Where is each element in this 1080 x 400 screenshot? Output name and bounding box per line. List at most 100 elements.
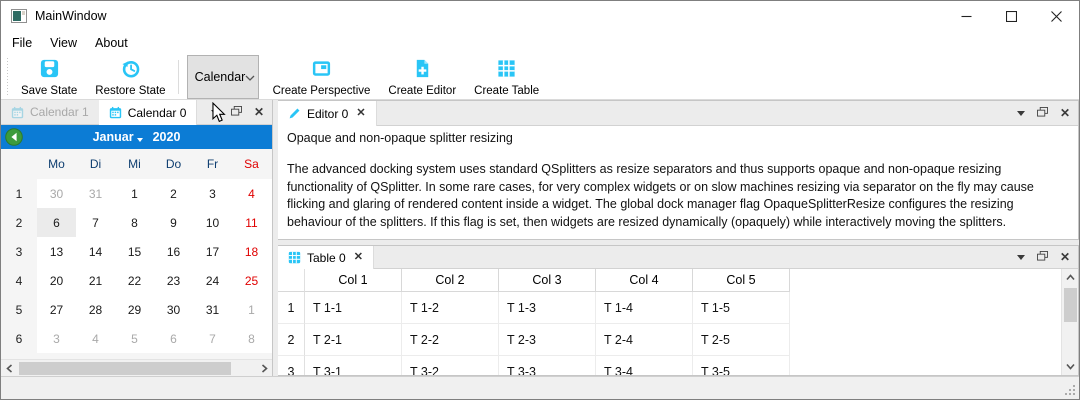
editor-content[interactable]: Opaque and non-opaque splitter resizing … — [278, 126, 1078, 239]
day-cell[interactable]: 11 — [232, 208, 271, 237]
tab-close-icon[interactable]: ✕ — [354, 252, 363, 263]
table-cell[interactable]: T 2-4 — [596, 324, 693, 356]
create-perspective-button[interactable]: Create Perspective — [264, 55, 380, 99]
row-number[interactable]: 1 — [278, 292, 305, 324]
day-cell[interactable]: 25 — [232, 266, 271, 295]
table-cell[interactable]: T 3-2 — [402, 356, 499, 375]
tab-calendar-1[interactable]: Calendar 1 — [1, 100, 99, 124]
day-cell[interactable]: 21 — [76, 266, 115, 295]
scroll-up-icon[interactable] — [1062, 269, 1078, 286]
dock-float-icon[interactable] — [1037, 248, 1048, 266]
day-cell[interactable]: 29 — [115, 295, 154, 324]
scroll-down-icon[interactable] — [1062, 358, 1078, 375]
day-cell[interactable]: 1 — [115, 179, 154, 208]
day-cell[interactable]: 7 — [193, 324, 232, 353]
day-cell[interactable]: 9 — [154, 208, 193, 237]
day-cell[interactable]: 1 — [232, 295, 271, 324]
row-number[interactable]: 2 — [278, 324, 305, 356]
column-header-2[interactable]: Col 2 — [402, 269, 499, 292]
day-cell[interactable]: 13 — [37, 237, 76, 266]
column-header-1[interactable]: Col 1 — [305, 269, 402, 292]
day-cell[interactable]: 15 — [115, 237, 154, 266]
month-dropdown-icon[interactable] — [137, 138, 143, 142]
day-cell[interactable]: 8 — [115, 208, 154, 237]
tab-close-icon[interactable]: ✕ — [356, 108, 365, 119]
minimize-button[interactable] — [944, 1, 989, 31]
dock-close-icon[interactable]: ✕ — [254, 106, 264, 118]
scrollbar-thumb[interactable] — [1064, 288, 1077, 322]
table-cell[interactable]: T 3-3 — [499, 356, 596, 375]
day-cell[interactable]: 4 — [232, 179, 271, 208]
scroll-left-icon[interactable] — [1, 360, 17, 377]
table-cell[interactable]: T 1-1 — [305, 292, 402, 324]
day-cell[interactable]: 30 — [37, 179, 76, 208]
size-grip[interactable] — [1063, 383, 1076, 396]
calendar-year-label[interactable]: 2020 — [153, 130, 181, 144]
day-cell[interactable]: 17 — [193, 237, 232, 266]
menu-item-about[interactable]: About — [86, 33, 137, 53]
table-cell[interactable]: T 2-5 — [693, 324, 790, 356]
calendar-month-label[interactable]: Januar — [93, 130, 134, 144]
table-v-scrollbar[interactable] — [1061, 269, 1078, 375]
day-cell[interactable]: 16 — [154, 237, 193, 266]
column-header-3[interactable]: Col 3 — [499, 269, 596, 292]
dock-close-icon[interactable]: ✕ — [1060, 251, 1070, 263]
day-cell[interactable]: 4 — [76, 324, 115, 353]
table-cell[interactable]: T 3-1 — [305, 356, 402, 375]
create-table-button[interactable]: Create Table — [465, 55, 548, 99]
close-button[interactable] — [1034, 1, 1079, 31]
day-cell[interactable]: 14 — [76, 237, 115, 266]
table-cell[interactable]: T 3-4 — [596, 356, 693, 375]
tab-editor-0[interactable]: Editor 0 ✕ — [278, 101, 377, 126]
table-cell[interactable]: T 1-4 — [596, 292, 693, 324]
day-cell[interactable]: 8 — [232, 324, 271, 353]
prev-month-button[interactable] — [5, 128, 23, 146]
day-cell[interactable]: 31 — [76, 179, 115, 208]
menu-item-file[interactable]: File — [3, 33, 41, 53]
maximize-button[interactable] — [989, 1, 1034, 31]
scrollbar-thumb[interactable] — [19, 362, 231, 375]
dock-menu-icon[interactable] — [1017, 111, 1025, 116]
day-cell[interactable]: 6 — [154, 324, 193, 353]
dock-menu-icon[interactable] — [211, 110, 219, 115]
table-cell[interactable]: T 3-5 — [693, 356, 790, 375]
scroll-right-icon[interactable] — [256, 360, 272, 377]
dock-float-icon[interactable] — [1037, 104, 1048, 122]
toolbar-drag-handle[interactable] — [4, 58, 10, 96]
column-header-5[interactable]: Col 5 — [693, 269, 790, 292]
table-cell[interactable]: T 1-5 — [693, 292, 790, 324]
tab-calendar-0[interactable]: Calendar 0 — [99, 100, 198, 125]
table-cell[interactable]: T 1-2 — [402, 292, 499, 324]
day-cell[interactable]: 7 — [76, 208, 115, 237]
day-cell[interactable]: 27 — [37, 295, 76, 324]
day-cell[interactable]: 31 — [193, 295, 232, 324]
table-cell[interactable]: T 2-2 — [402, 324, 499, 356]
dock-close-icon[interactable]: ✕ — [1060, 107, 1070, 119]
day-cell[interactable]: 22 — [115, 266, 154, 295]
save-state-button[interactable]: Save State — [12, 55, 86, 99]
table-cell[interactable]: T 2-1 — [305, 324, 402, 356]
day-cell[interactable]: 30 — [154, 295, 193, 324]
perspective-combobox[interactable]: Calendar — [187, 55, 259, 99]
day-cell[interactable]: 20 — [37, 266, 76, 295]
day-cell[interactable]: 3 — [193, 179, 232, 208]
column-header-4[interactable]: Col 4 — [596, 269, 693, 292]
day-cell[interactable]: 10 — [193, 208, 232, 237]
table-cell[interactable]: T 1-3 — [499, 292, 596, 324]
menu-item-view[interactable]: View — [41, 33, 86, 53]
day-cell[interactable]: 5 — [115, 324, 154, 353]
day-cell[interactable]: 24 — [193, 266, 232, 295]
row-number[interactable]: 3 — [278, 356, 305, 375]
day-cell[interactable]: 3 — [37, 324, 76, 353]
day-cell[interactable]: 18 — [232, 237, 271, 266]
table-cell[interactable]: T 2-3 — [499, 324, 596, 356]
calendar-h-scrollbar[interactable] — [1, 359, 272, 376]
dock-menu-icon[interactable] — [1017, 255, 1025, 260]
day-cell[interactable]: 6 — [37, 208, 76, 237]
day-cell[interactable]: 23 — [154, 266, 193, 295]
dock-float-icon[interactable] — [231, 103, 242, 121]
create-editor-button[interactable]: Create Editor — [379, 55, 465, 99]
restore-state-button[interactable]: Restore State — [86, 55, 174, 99]
day-cell[interactable]: 2 — [154, 179, 193, 208]
day-cell[interactable]: 28 — [76, 295, 115, 324]
